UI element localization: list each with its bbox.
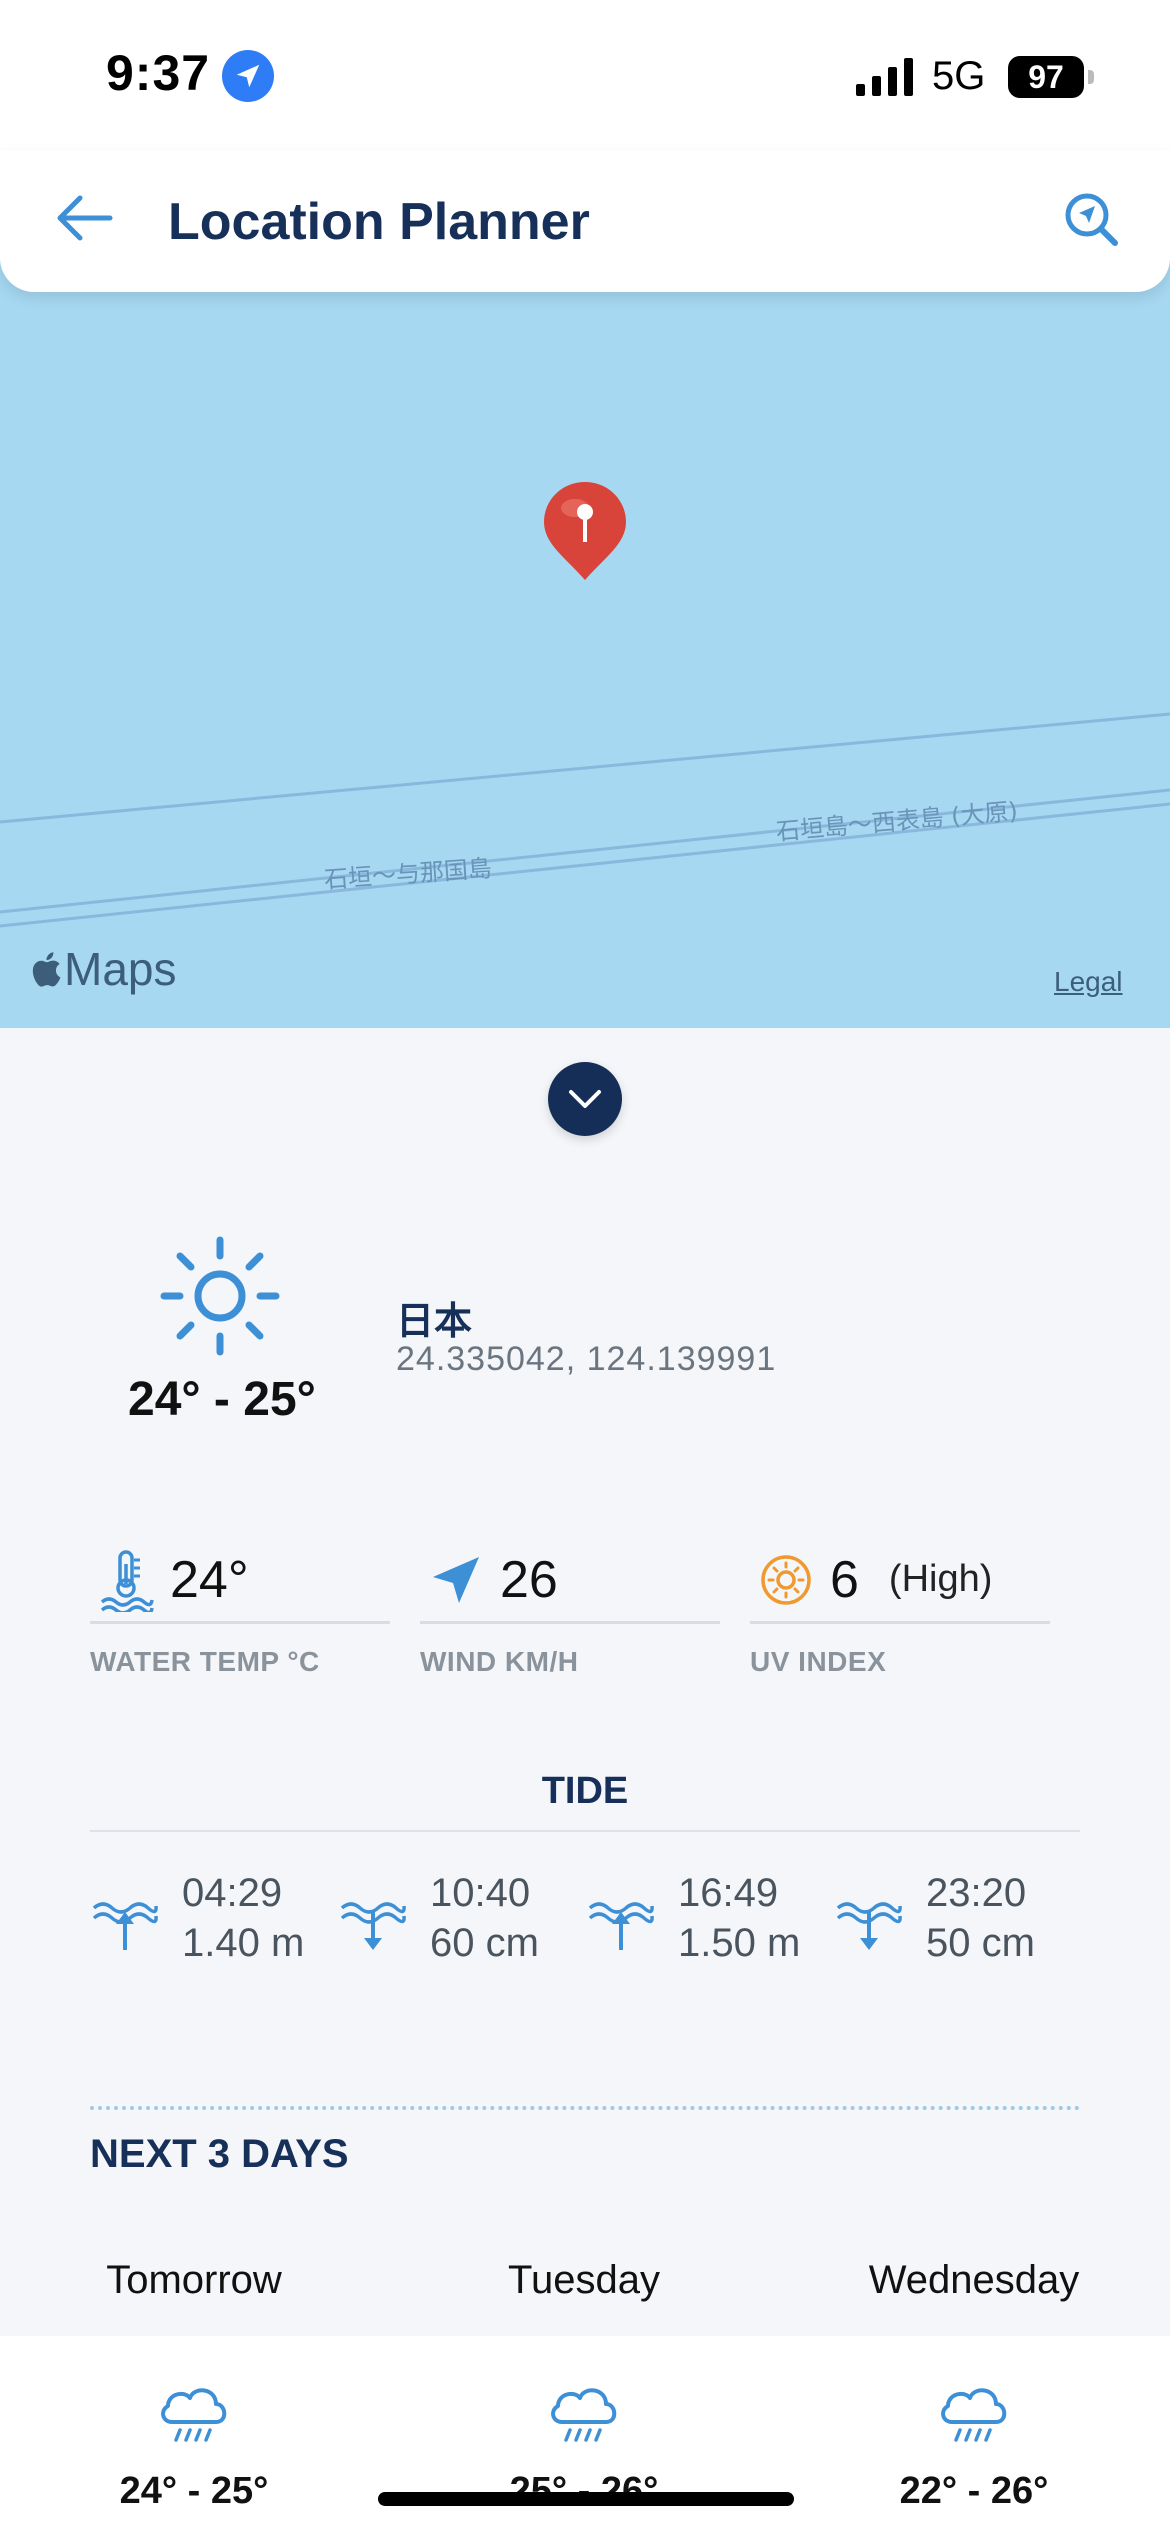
day-tab-tuesday[interactable]: Tuesday <box>434 2258 734 2303</box>
top-app-bar: Location Planner <box>0 150 1170 292</box>
uv-value: 6 <box>830 1550 859 1609</box>
network-label: 5G <box>932 54 986 98</box>
tide-title: TIDE <box>541 1770 629 1812</box>
tide-time: 23:20 <box>926 1871 1027 1915</box>
high-tide-icon <box>588 1902 654 1950</box>
tide-height: 50 cm <box>926 1921 1035 1965</box>
uv-metric: 6 (High) UV INDEX <box>750 1538 1050 1678</box>
tide-time: 04:29 <box>182 1871 283 1915</box>
legal-link[interactable]: Legal <box>1054 966 1123 998</box>
rain-cloud-icon <box>941 2388 1007 2442</box>
wind-value: 26 <box>500 1550 558 1609</box>
water-temp-metric: 24° WATER TEMP °C <box>90 1538 390 1678</box>
chevron-down-icon <box>569 1090 601 1108</box>
location-arrow-icon <box>222 50 274 102</box>
high-tide-icon <box>92 1902 158 1950</box>
day-tab-wednesday[interactable]: Wednesday <box>824 2258 1124 2303</box>
tide-entry: 23:20 50 cm <box>834 1868 1035 1968</box>
apple-logo-icon <box>32 952 61 987</box>
next-days-title: NEXT 3 DAYS <box>90 2132 349 2176</box>
battery-tip <box>1088 70 1094 84</box>
tide-height: 1.50 m <box>678 1921 801 1965</box>
rain-cloud-icon <box>161 2388 227 2442</box>
uv-label: UV INDEX <box>750 1646 887 1677</box>
wind-label: WIND KM/H <box>420 1646 579 1677</box>
tide-time: 10:40 <box>430 1871 531 1915</box>
low-tide-icon <box>836 1902 902 1950</box>
back-button[interactable] <box>52 186 116 250</box>
day-temp-range: 24° - 25° <box>119 2470 269 2512</box>
battery-icon: 97 <box>1008 56 1084 98</box>
day-temp-range: 22° - 26° <box>899 2470 1049 2512</box>
tide-entry: 10:40 60 cm <box>338 1868 539 1968</box>
rain-cloud-icon <box>551 2388 617 2442</box>
collapse-map-button[interactable] <box>548 1062 622 1136</box>
page-title: Location Planner <box>168 193 590 251</box>
section-divider <box>90 2106 1080 2110</box>
water-temp-label: WATER TEMP °C <box>90 1646 320 1677</box>
locate-search-button[interactable] <box>1056 184 1126 254</box>
tide-height: 1.40 m <box>182 1921 305 1965</box>
tide-height: 60 cm <box>430 1921 539 1965</box>
low-tide-icon <box>340 1902 406 1950</box>
wind-direction-icon <box>426 1550 486 1610</box>
home-indicator[interactable] <box>378 2492 794 2506</box>
place-name: 日本 <box>396 1299 473 1343</box>
tide-entry: 16:49 1.50 m <box>586 1868 800 1968</box>
arrow-left-icon <box>57 195 113 241</box>
maps-label: Maps <box>64 943 177 995</box>
tide-entry: 04:29 1.40 m <box>90 1868 304 1968</box>
tide-divider <box>90 1830 1080 1832</box>
status-time: 9:37 <box>106 45 211 101</box>
search-location-icon <box>1065 193 1118 246</box>
coordinates: 24.335042, 124.139991 <box>396 1340 777 1378</box>
wind-metric: 26 WIND KM/H <box>420 1538 720 1678</box>
today-temp-range: 24° - 25° <box>128 1373 316 1426</box>
day-tab-tomorrow[interactable]: Tomorrow <box>44 2258 344 2303</box>
water-temp-value: 24° <box>170 1550 249 1609</box>
sun-icon <box>160 1236 280 1356</box>
tide-time: 16:49 <box>678 1871 779 1915</box>
maps-logo: Maps <box>28 942 176 996</box>
map-pin-icon[interactable] <box>540 478 630 584</box>
water-thermometer-icon <box>96 1549 156 1612</box>
battery-level: 97 <box>1028 58 1064 95</box>
status-bar: 9:37 5G 97 <box>0 0 1170 160</box>
uv-sun-icon <box>756 1550 816 1610</box>
uv-level: (High) <box>888 1558 993 1600</box>
signal-icon <box>856 58 913 96</box>
